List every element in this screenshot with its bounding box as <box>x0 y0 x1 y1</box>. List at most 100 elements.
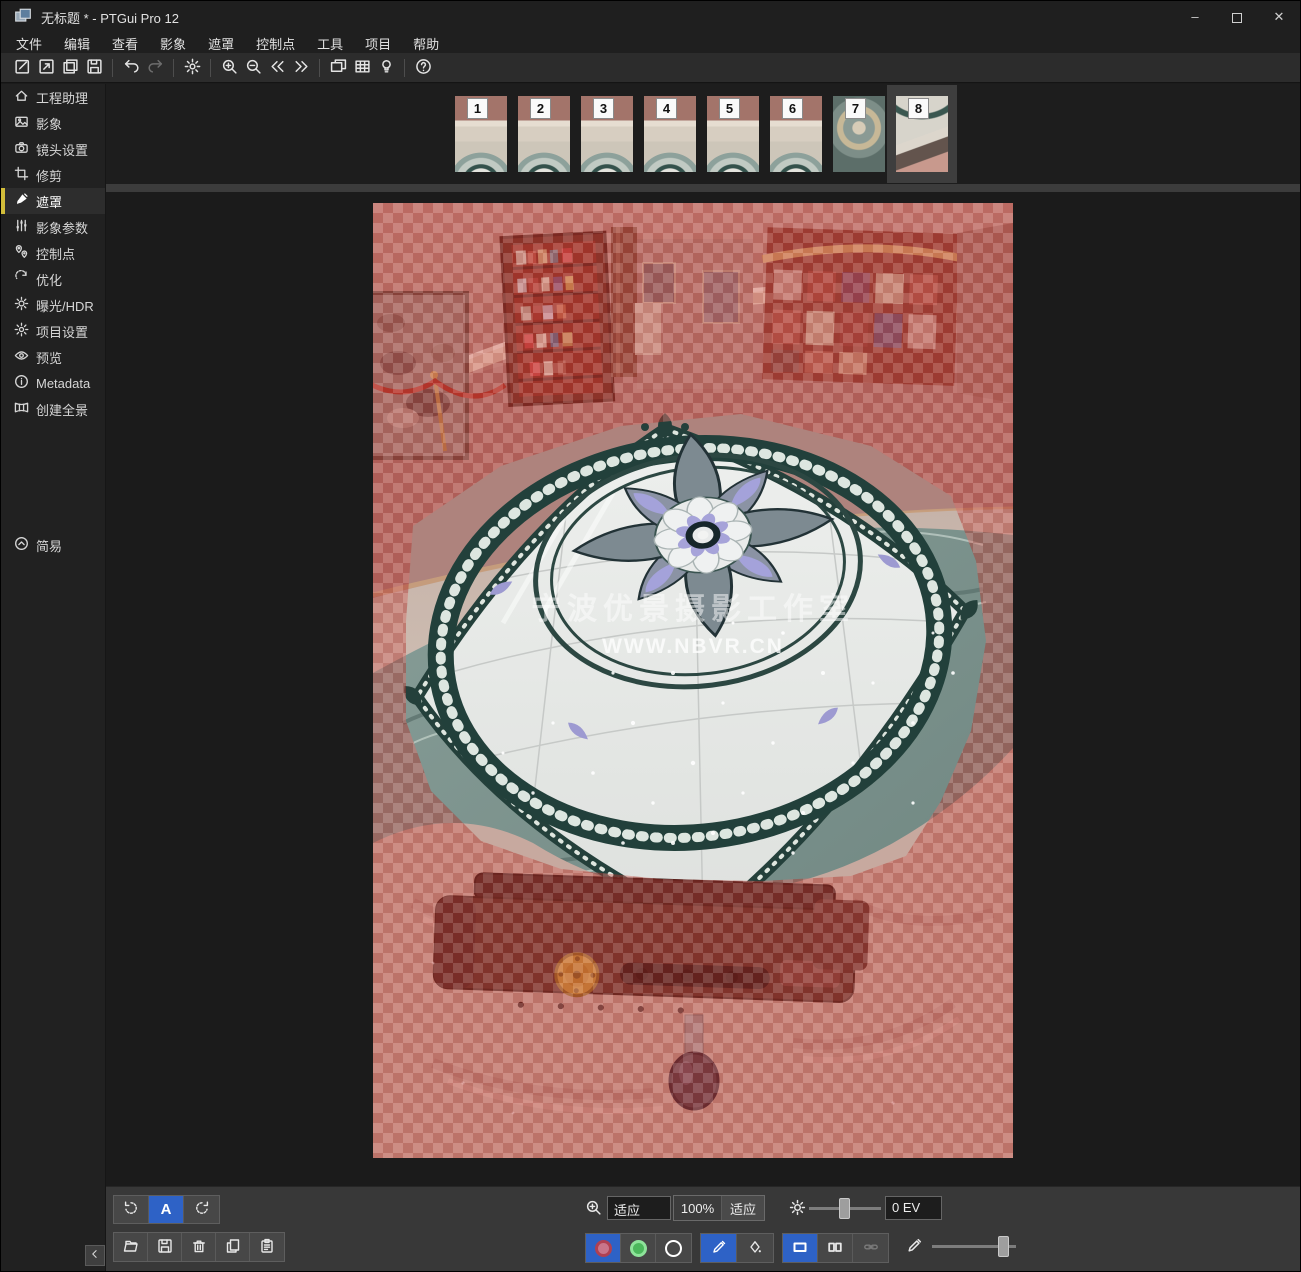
toolbar-open-project-button[interactable] <box>34 56 58 80</box>
rotate-ccw-button[interactable] <box>114 1196 149 1223</box>
save-disk-button[interactable] <box>148 1233 182 1261</box>
toolbar-gear-button[interactable] <box>180 56 204 80</box>
folder-open-icon <box>123 1238 139 1257</box>
toolbar-panorama-editor-button[interactable] <box>326 56 350 80</box>
sidebar: 工程助理影象镜头设置修剪遮罩影象参数控制点优化曝光/HDR项目设置预览Metad… <box>1 84 106 1272</box>
toolbar-magnifier-minus-button[interactable] <box>241 56 265 80</box>
menu-item-4[interactable]: 遮罩 <box>197 31 245 53</box>
brightness-sun-icon <box>789 1199 806 1221</box>
sidebar-item-label: 优化 <box>36 270 62 289</box>
sidebar-item-10[interactable]: 项目设置 <box>1 318 105 344</box>
trash-button[interactable] <box>182 1233 216 1261</box>
sidebar-item-11[interactable]: 预览 <box>1 344 105 370</box>
ev-value-field[interactable]: 0 EV <box>885 1196 942 1220</box>
view-link-button[interactable] <box>853 1234 888 1262</box>
sidebar-item-8[interactable]: 优化 <box>1 266 105 292</box>
view-single-button[interactable] <box>783 1234 818 1262</box>
toolbar-next-image-button[interactable] <box>289 56 313 80</box>
pen-tool-button[interactable] <box>701 1234 737 1262</box>
zoom-100-button[interactable]: 100% <box>674 1196 722 1220</box>
toolbar-help-button[interactable] <box>411 56 435 80</box>
menu-item-0[interactable]: 文件 <box>5 31 53 53</box>
menu-item-3[interactable]: 影象 <box>149 31 197 53</box>
toolbar-redo-button[interactable] <box>143 56 167 80</box>
info-icon <box>14 374 29 392</box>
toolbar-undo-button[interactable] <box>119 56 143 80</box>
thumbnail-1[interactable]: 1 <box>455 96 507 172</box>
thumbnail-7[interactable]: 7 <box>833 96 885 172</box>
toolbar-magnifier-plus-button[interactable] <box>217 56 241 80</box>
sidebar-item-9[interactable]: 曝光/HDR <box>1 292 105 318</box>
menu-item-2[interactable]: 查看 <box>101 31 149 53</box>
detail-grid-icon <box>354 58 371 78</box>
menu-bar: 文件编辑查看影象遮罩控制点工具项目帮助 <box>1 31 1300 53</box>
image-icon <box>14 114 29 132</box>
thumbnail-2[interactable]: 2 <box>518 96 570 172</box>
brightness-slider[interactable] <box>809 1195 881 1222</box>
thumbnail-5[interactable]: 5 <box>707 96 759 172</box>
thumbnail-4[interactable]: 4 <box>644 96 696 172</box>
sidebar-item-label: 影象参数 <box>36 218 88 237</box>
minimize-button[interactable]: – <box>1174 1 1216 31</box>
panorama-editor-icon <box>330 58 347 78</box>
thumbnail-6[interactable]: 6 <box>770 96 822 172</box>
toolbar-new-project-button[interactable] <box>10 56 34 80</box>
thumbnail-scrollbar[interactable] <box>106 184 1300 192</box>
copy-pages-icon <box>225 1238 241 1257</box>
menu-item-1[interactable]: 编辑 <box>53 31 101 53</box>
undo-icon <box>123 58 140 78</box>
mask-green-button[interactable] <box>621 1234 656 1262</box>
menu-item-7[interactable]: 项目 <box>354 31 402 53</box>
view-dual-button[interactable] <box>818 1234 853 1262</box>
thumbnail-number: 2 <box>530 98 551 119</box>
sidebar-simple-mode[interactable]: 简易 <box>1 532 105 558</box>
sidebar-item-1[interactable]: 工程助理 <box>1 84 105 110</box>
toolbar-add-images-button[interactable] <box>58 56 82 80</box>
mask-color-group <box>585 1233 692 1263</box>
sidebar-item-5[interactable]: 遮罩 <box>1 188 105 214</box>
mask-red-button[interactable] <box>586 1234 621 1262</box>
sidebar-item-12[interactable]: Metadata <box>1 370 105 396</box>
sidebar-item-label: 工程助理 <box>36 88 88 107</box>
fill-bucket-tool-button[interactable] <box>737 1234 773 1262</box>
zoom-fit-select[interactable]: 适应 <box>607 1196 671 1220</box>
toolbar-save-disk-button[interactable] <box>82 56 106 80</box>
maximize-button[interactable] <box>1216 1 1258 31</box>
sidebar-item-label: 影象 <box>36 114 62 133</box>
thumbnail-3[interactable]: 3 <box>581 96 633 172</box>
watermark-line1: 宁波优景摄影工作室 <box>531 592 855 626</box>
sidebar-item-4[interactable]: 修剪 <box>1 162 105 188</box>
mask-red-icon <box>595 1240 612 1257</box>
thumbnail-8[interactable]: 8 <box>896 96 948 172</box>
mask-clear-button[interactable] <box>656 1234 691 1262</box>
close-button[interactable]: ✕ <box>1258 1 1300 31</box>
brush-size-slider[interactable] <box>932 1233 1016 1260</box>
zoom-fit-button[interactable]: 适应 <box>722 1196 764 1220</box>
rotate-cw-button[interactable] <box>184 1196 219 1223</box>
folder-open-button[interactable] <box>114 1233 148 1261</box>
sidebar-item-2[interactable]: 影象 <box>1 110 105 136</box>
toolbar-hint-bulb-button[interactable] <box>374 56 398 80</box>
image-transform-group: A <box>113 1195 220 1224</box>
sidebar-collapse-button[interactable] <box>85 1245 105 1266</box>
copy-pages-button[interactable] <box>216 1233 250 1261</box>
sidebar-item-7[interactable]: 控制点 <box>1 240 105 266</box>
auto-mask-button[interactable]: A <box>149 1196 184 1223</box>
menu-item-6[interactable]: 工具 <box>306 31 354 53</box>
paste-clipboard-button[interactable] <box>250 1233 284 1261</box>
menu-item-5[interactable]: 控制点 <box>245 31 306 53</box>
sidebar-item-13[interactable]: 创建全景 <box>1 396 105 422</box>
sidebar-item-3[interactable]: 镜头设置 <box>1 136 105 162</box>
brush-size-slider-handle[interactable] <box>998 1236 1009 1257</box>
toolbar-detail-grid-button[interactable] <box>350 56 374 80</box>
brightness-slider-handle[interactable] <box>839 1198 850 1219</box>
save-disk-icon <box>157 1238 173 1257</box>
toolbar-prev-image-button[interactable] <box>265 56 289 80</box>
sidebar-item-label: 镜头设置 <box>36 140 88 159</box>
gear-icon <box>14 322 29 340</box>
menu-item-8[interactable]: 帮助 <box>402 31 450 53</box>
watermark-line2: WWW.NBVR.CN <box>602 635 784 658</box>
view-link-icon <box>863 1239 879 1258</box>
mask-canvas[interactable]: 宁波优景摄影工作室 WWW.NBVR.CN <box>373 203 1013 1158</box>
sidebar-item-6[interactable]: 影象参数 <box>1 214 105 240</box>
